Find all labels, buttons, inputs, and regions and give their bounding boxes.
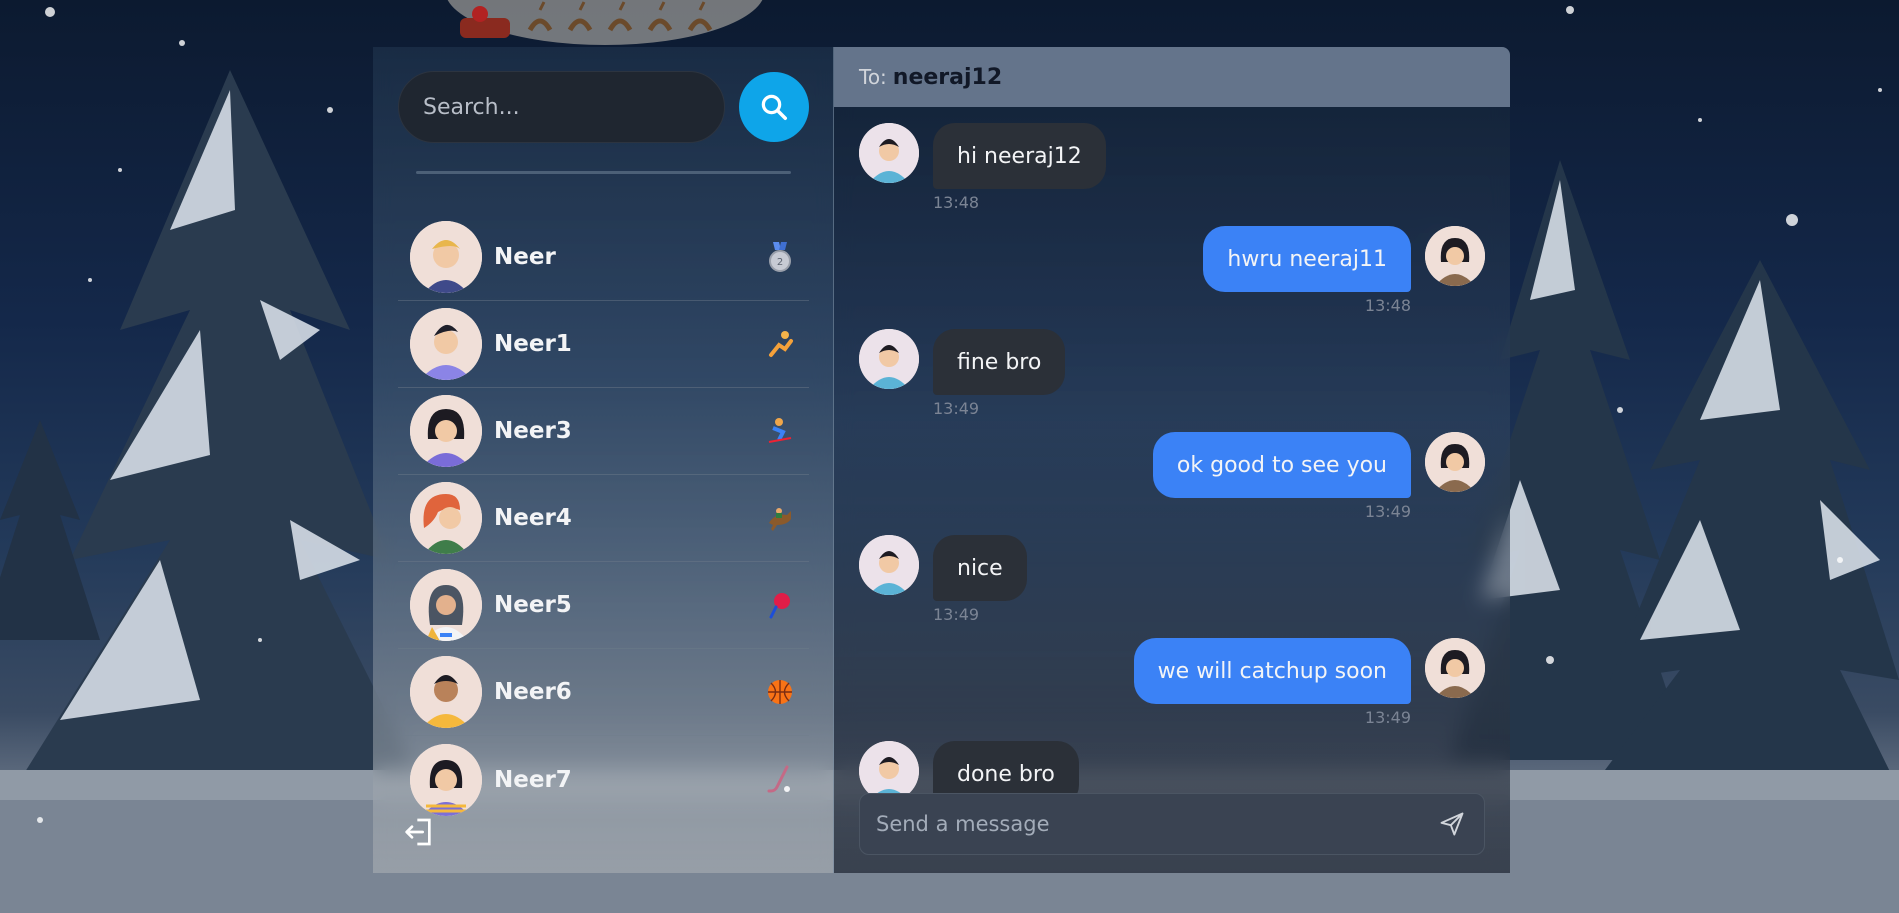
user-item-neer5[interactable]: Neer5 [398, 562, 809, 649]
ping-pong-icon [765, 590, 795, 620]
message-timestamp: 13:48 [933, 193, 980, 212]
sender-avatar [859, 123, 919, 183]
avatar [410, 656, 482, 728]
user-item-neer[interactable]: Neer 2 [398, 214, 809, 301]
logout-icon [405, 818, 431, 846]
user-list: Neer 2 Neer1 Neer3 Neer4 Neer5 Neer6 Nee… [398, 214, 809, 823]
chat-panel: To: neeraj12 hi neeraj12 13:48 hwru neer… [834, 47, 1510, 873]
sidebar: Neer 2 Neer1 [373, 47, 834, 873]
skier-icon [765, 416, 795, 446]
chat-header: To: neeraj12 [834, 47, 1510, 107]
message-bubble: we will catchup soon [1133, 638, 1411, 704]
message-incoming: hi neeraj12 13:48 [859, 123, 1485, 212]
message-bubble: hi neeraj12 [933, 123, 1106, 189]
svg-text:2: 2 [777, 257, 783, 268]
send-icon [1440, 812, 1464, 836]
user-item-neer1[interactable]: Neer1 [398, 301, 809, 388]
user-name: Neer5 [494, 592, 572, 618]
message-bubble: ok good to see you [1152, 432, 1411, 498]
user-item-neer3[interactable]: Neer3 [398, 388, 809, 475]
user-item-neer6[interactable]: Neer6 [398, 649, 809, 736]
search-row [398, 71, 809, 143]
message-bubble: hwru neeraj11 [1203, 226, 1411, 292]
divider [416, 171, 791, 174]
sender-avatar [859, 741, 919, 801]
basketball-icon [765, 677, 795, 707]
user-name: Neer1 [494, 331, 572, 357]
message-timestamp: 13:49 [933, 605, 980, 624]
user-name: Neer4 [494, 505, 572, 531]
user-name: Neer6 [494, 679, 572, 705]
message-bubble: nice [933, 535, 1027, 601]
user-item-neer7[interactable]: Neer7 [398, 736, 809, 823]
sender-avatar [859, 535, 919, 595]
message-outgoing: hwru neeraj11 13:48 [859, 226, 1485, 315]
message-bubble: fine bro [933, 329, 1066, 395]
user-name: Neer [494, 244, 556, 270]
message-timestamp: 13:49 [1364, 708, 1411, 727]
sender-avatar [1425, 226, 1485, 286]
sender-avatar [1425, 432, 1485, 492]
avatar [410, 308, 482, 380]
message-incoming: nice 13:49 [859, 535, 1485, 624]
message-outgoing: we will catchup soon 13:49 [859, 638, 1485, 727]
message-timestamp: 13:49 [1364, 502, 1411, 521]
message-composer [859, 793, 1485, 855]
search-button[interactable] [739, 72, 809, 142]
recipient-name: neeraj12 [892, 64, 1003, 90]
hockey-stick-icon [765, 765, 795, 795]
avatar [410, 395, 482, 467]
search-input[interactable] [398, 71, 726, 143]
avatar [410, 221, 482, 293]
avatar [410, 482, 482, 554]
sender-avatar [1425, 638, 1485, 698]
message-incoming: fine bro 13:49 [859, 329, 1485, 418]
message-outgoing: ok good to see you 13:49 [859, 432, 1485, 521]
to-label: To: [859, 65, 887, 89]
send-button[interactable] [1436, 808, 1468, 840]
search-icon [761, 94, 788, 120]
logout-button[interactable] [403, 815, 437, 849]
gymnast-icon [765, 329, 795, 359]
user-name: Neer3 [494, 418, 572, 444]
horse-racing-icon [765, 503, 795, 533]
message-list: hi neeraj12 13:48 hwru neeraj11 13:48 fi… [834, 107, 1510, 822]
user-item-neer4[interactable]: Neer4 [398, 475, 809, 562]
message-input[interactable] [876, 812, 1436, 836]
message-timestamp: 13:49 [933, 399, 980, 418]
sender-avatar [859, 329, 919, 389]
avatar [410, 569, 482, 641]
chat-app-window: Neer 2 Neer1 [373, 47, 1510, 873]
user-name: Neer7 [494, 766, 572, 793]
avatar [410, 743, 482, 816]
message-timestamp: 13:48 [1364, 296, 1411, 315]
medal-2-icon: 2 [765, 242, 795, 272]
